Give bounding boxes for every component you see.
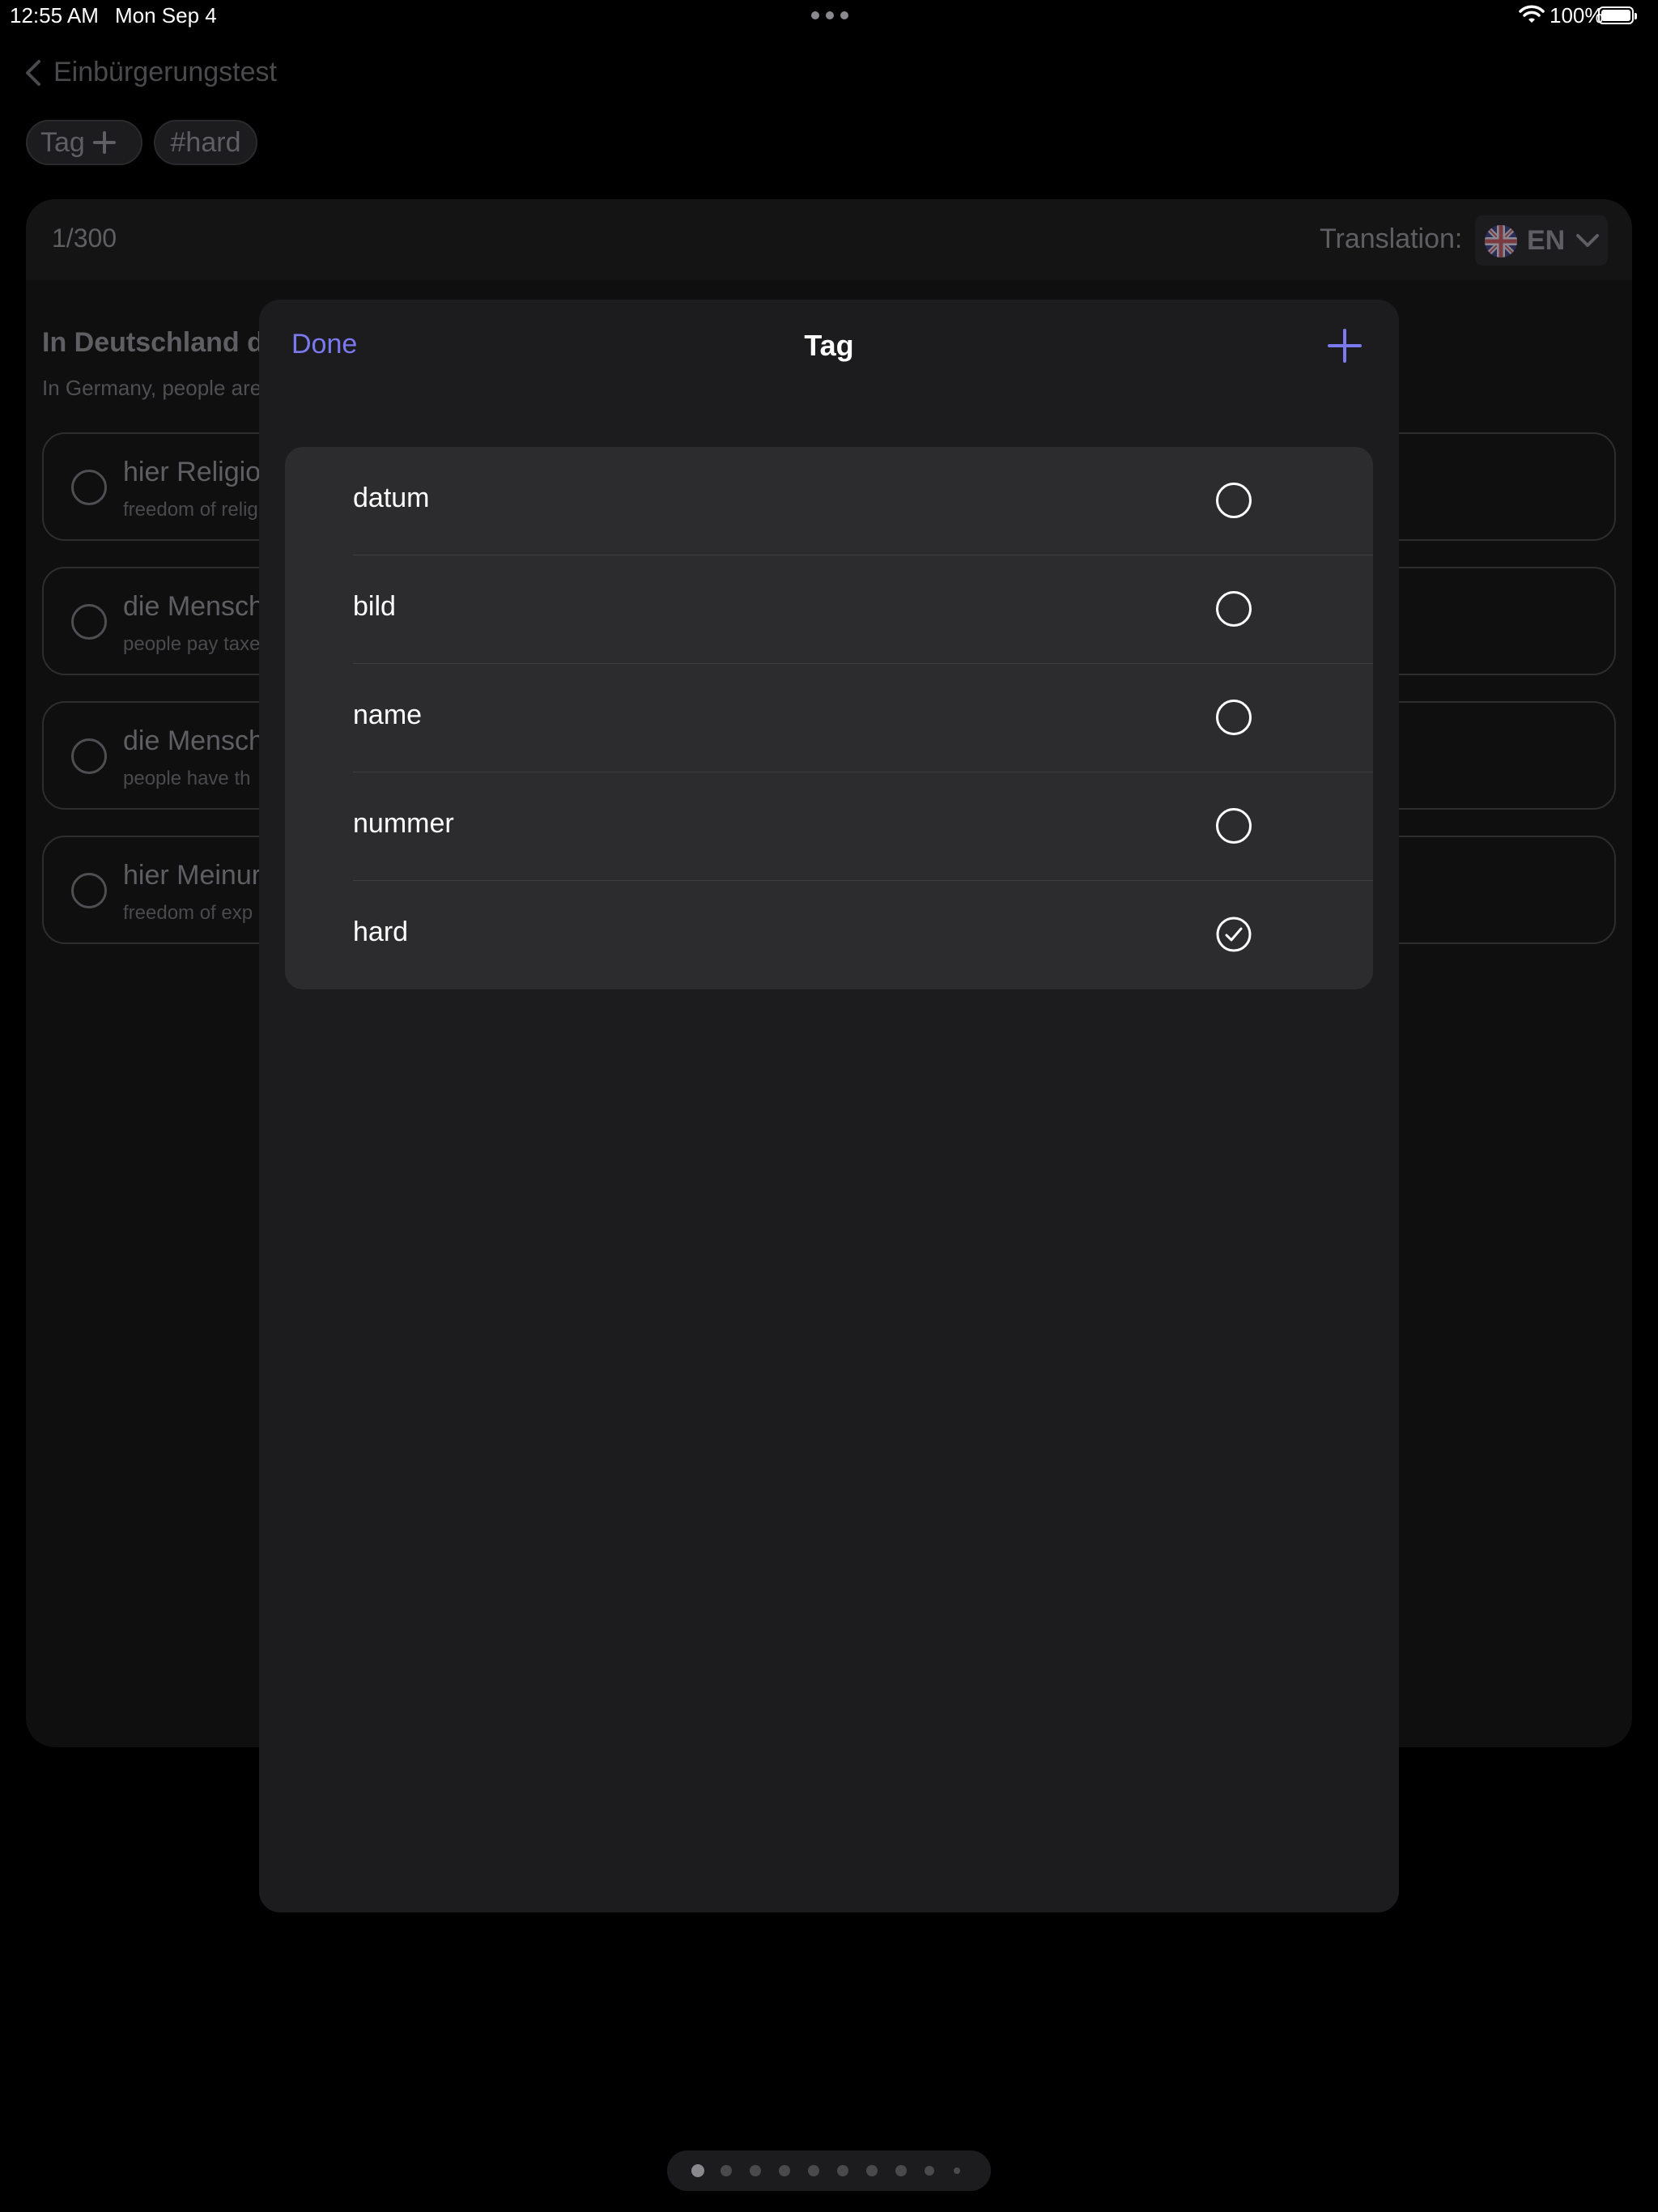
page-dot — [866, 2165, 878, 2176]
battery-percent: 100% — [1550, 3, 1604, 28]
done-button[interactable]: Done — [291, 329, 357, 360]
multitasking-dots-icon[interactable] — [811, 11, 848, 19]
page-dot — [837, 2165, 848, 2176]
answer-translation: freedom of exp — [123, 902, 253, 924]
uk-flag-icon — [1485, 225, 1517, 257]
tag-list: datum bild name nummer hard — [285, 447, 1373, 989]
active-tag-chip[interactable]: #hard — [154, 120, 257, 165]
add-tag-button[interactable] — [1328, 329, 1362, 363]
tag-chip-label: Tag — [40, 126, 85, 158]
page-dot — [895, 2165, 907, 2176]
radio-icon — [71, 604, 107, 640]
status-time: 12:55 AM — [10, 3, 99, 28]
wifi-icon — [1519, 5, 1545, 23]
radio-unchecked-icon — [1216, 483, 1252, 518]
add-tag-chip[interactable]: Tag — [26, 120, 142, 165]
answer-text: hier Meinur — [123, 860, 261, 891]
tag-label: bild — [353, 591, 396, 622]
page-dot — [954, 2167, 960, 2174]
radio-icon — [71, 470, 107, 505]
page-dot — [721, 2165, 732, 2176]
page-dot — [750, 2165, 761, 2176]
radio-icon — [71, 873, 107, 908]
tag-row[interactable]: datum — [285, 447, 1373, 555]
tag-label: datum — [353, 483, 430, 513]
tag-label: nummer — [353, 808, 454, 839]
tag-row[interactable]: nummer — [285, 772, 1373, 881]
answer-translation: people pay taxe — [123, 633, 261, 655]
question-counter: 1/300 — [52, 223, 117, 253]
answer-text: die Mensch — [123, 725, 264, 756]
page-dot-current — [691, 2164, 704, 2177]
answer-text: die Mensch — [123, 591, 264, 622]
chevron-left-icon[interactable] — [18, 55, 50, 91]
tag-label: name — [353, 700, 423, 730]
tag-row[interactable]: hard — [285, 881, 1373, 989]
sheet-title: Tag — [804, 329, 854, 362]
radio-unchecked-icon — [1216, 808, 1252, 844]
status-date: Mon Sep 4 — [115, 3, 217, 28]
question-translation: In Germany, people are — [42, 376, 262, 400]
page-dot — [779, 2165, 790, 2176]
translation-label: Translation: — [1320, 223, 1463, 254]
radio-unchecked-icon — [1216, 591, 1252, 627]
chevron-down-icon — [1576, 234, 1599, 247]
tag-sheet: Tag Done datum bild name nummer hard — [259, 300, 1399, 1912]
tag-row[interactable]: name — [285, 664, 1373, 772]
page-dot — [808, 2165, 819, 2176]
answer-translation: freedom of relig — [123, 499, 258, 521]
back-title[interactable]: Einbürgerungstest — [53, 57, 277, 88]
tag-label: hard — [353, 917, 409, 947]
question-text: In Deutschland d — [42, 327, 264, 358]
answer-text: hier Religio — [123, 457, 261, 487]
battery-icon — [1598, 6, 1637, 24]
page-dot — [925, 2166, 934, 2176]
language-selector[interactable]: EN — [1475, 215, 1608, 266]
tag-row[interactable]: bild — [285, 555, 1373, 664]
radio-icon — [71, 738, 107, 774]
answer-translation: people have th — [123, 768, 251, 789]
language-code: EN — [1527, 225, 1566, 256]
page-indicator[interactable] — [667, 2150, 991, 2191]
checkmark-circle-icon — [1216, 917, 1252, 952]
radio-unchecked-icon — [1216, 700, 1252, 735]
plus-icon — [92, 131, 116, 154]
